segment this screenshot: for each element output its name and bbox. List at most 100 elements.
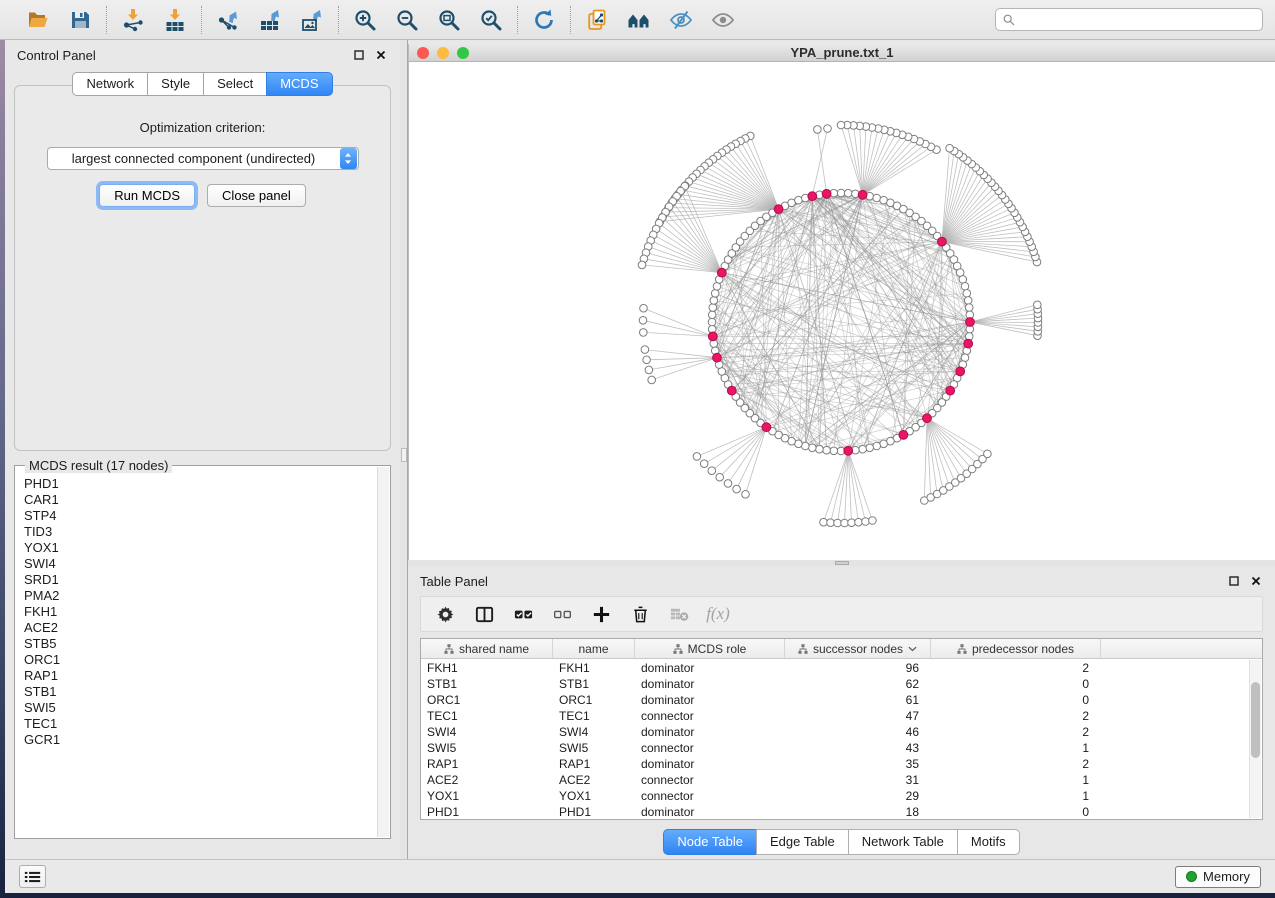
hide-selected-icon[interactable] [668,7,694,33]
import-table-icon[interactable] [162,7,188,33]
leaf-node[interactable] [643,356,651,364]
leaf-node[interactable] [1034,301,1042,309]
table-row[interactable]: ORC1ORC1dominator610 [421,692,1249,708]
table-row[interactable]: YOX1YOX1connector291 [421,788,1249,804]
leaf-node[interactable] [648,376,656,384]
minimize-window-icon[interactable] [437,47,449,59]
table-row[interactable]: TEC1TEC1connector472 [421,708,1249,724]
mcds-hub-node[interactable] [808,192,817,201]
columns-icon[interactable] [472,602,496,626]
table-row[interactable]: FKH1FKH1dominator962 [421,660,1249,676]
mcds-result-item[interactable]: PMA2 [24,588,377,604]
mcds-result-item[interactable]: CAR1 [24,492,377,508]
mcds-result-item[interactable]: RAP1 [24,668,377,684]
mcds-hub-node[interactable] [858,190,867,199]
mcds-result-item[interactable]: ORC1 [24,652,377,668]
refresh-view-icon[interactable] [531,7,557,33]
mcds-result-item[interactable]: PHD1 [24,476,377,492]
ring-node[interactable] [708,311,716,319]
task-history-button[interactable] [19,865,46,888]
tab-select[interactable]: Select [203,72,267,96]
leaf-node[interactable] [837,121,845,129]
mcds-hub-node[interactable] [762,423,771,432]
mcds-result-item[interactable]: SWI5 [24,700,377,716]
import-network-icon[interactable] [120,7,146,33]
zoom-selected-icon[interactable] [478,7,504,33]
mcds-hub-node[interactable] [727,386,736,395]
leaf-node[interactable] [640,304,648,312]
column-header-successor-nodes[interactable]: successor nodes [785,639,931,658]
mcds-result-item[interactable]: TID3 [24,524,377,540]
table-scrollbar-thumb[interactable] [1251,682,1260,758]
maximize-window-icon[interactable] [457,47,469,59]
first-neighbors-icon[interactable] [626,7,652,33]
mcds-result-item[interactable]: SWI4 [24,556,377,572]
mcds-result-item[interactable]: GCR1 [24,732,377,748]
mcds-list-scrollbar[interactable] [377,467,389,837]
leaf-node[interactable] [638,261,646,269]
select-checked-icon[interactable] [511,602,535,626]
delete-column-icon[interactable] [628,602,652,626]
mcds-result-item[interactable]: YOX1 [24,540,377,556]
leaf-node[interactable] [693,453,701,461]
leaf-node[interactable] [827,519,835,527]
leaf-node[interactable] [834,519,842,527]
open-file-icon[interactable] [25,7,51,33]
ring-node[interactable] [809,444,817,452]
save-session-icon[interactable] [67,7,93,33]
column-header-predecessor-nodes[interactable]: predecessor nodes [931,639,1101,658]
leaf-node[interactable] [841,519,849,527]
mcds-result-item[interactable]: FKH1 [24,604,377,620]
add-column-icon[interactable] [589,602,613,626]
leaf-node[interactable] [824,125,832,133]
search-input[interactable] [1020,12,1256,27]
ring-node[interactable] [964,297,972,305]
memory-button[interactable]: Memory [1175,866,1261,888]
ring-node[interactable] [816,445,824,453]
mcds-hub-node[interactable] [946,386,955,395]
tab-node-table[interactable]: Node Table [663,829,757,855]
close-window-icon[interactable] [417,47,429,59]
table-row[interactable]: RAP1RAP1dominator352 [421,756,1249,772]
leaf-node[interactable] [640,329,648,337]
leaf-node[interactable] [733,485,741,493]
mcds-hub-node[interactable] [717,268,726,277]
leaf-node[interactable] [716,473,724,481]
splitter-grip[interactable] [835,561,849,565]
leaf-node[interactable] [641,346,649,354]
ring-node[interactable] [963,290,971,298]
tab-edge-table[interactable]: Edge Table [756,829,849,855]
column-header-shared-name[interactable]: shared name [421,639,553,658]
table-scrollbar[interactable] [1249,660,1261,818]
table-row[interactable]: SWI4SWI4dominator462 [421,724,1249,740]
gear-icon[interactable] [433,602,457,626]
table-row[interactable]: ACE2ACE2connector311 [421,772,1249,788]
ring-node[interactable] [873,442,881,450]
mcds-hub-node[interactable] [964,339,973,348]
ring-node[interactable] [710,297,718,305]
mcds-hub-node[interactable] [774,205,783,214]
search-box[interactable] [995,8,1263,31]
network-canvas[interactable] [409,62,1275,560]
mcds-hub-node[interactable] [923,414,932,423]
leaf-node[interactable] [700,460,708,468]
mcds-result-item[interactable]: SRD1 [24,572,377,588]
table-row[interactable]: STB1STB1dominator620 [421,676,1249,692]
column-header-MCDS-role[interactable]: MCDS role [635,639,785,658]
mcds-result-list[interactable]: PHD1CAR1STP4TID3YOX1SWI4SRD1PMA2FKH1ACE2… [16,467,377,837]
clone-network-icon[interactable] [584,7,610,33]
ring-node[interactable] [823,446,831,454]
mcds-hub-node[interactable] [899,431,908,440]
leaf-node[interactable] [742,491,750,499]
close-panel-icon[interactable] [374,48,388,62]
show-all-icon[interactable] [710,7,736,33]
ring-node[interactable] [708,318,716,326]
zoom-out-icon[interactable] [394,7,420,33]
mcds-hub-node[interactable] [938,237,947,246]
close-panel-icon[interactable] [1249,574,1263,588]
ring-node[interactable] [961,283,969,291]
tab-network[interactable]: Network [72,72,148,96]
leaf-node[interactable] [869,517,877,525]
ring-node[interactable] [866,444,874,452]
select-unchecked-icon[interactable] [550,602,574,626]
